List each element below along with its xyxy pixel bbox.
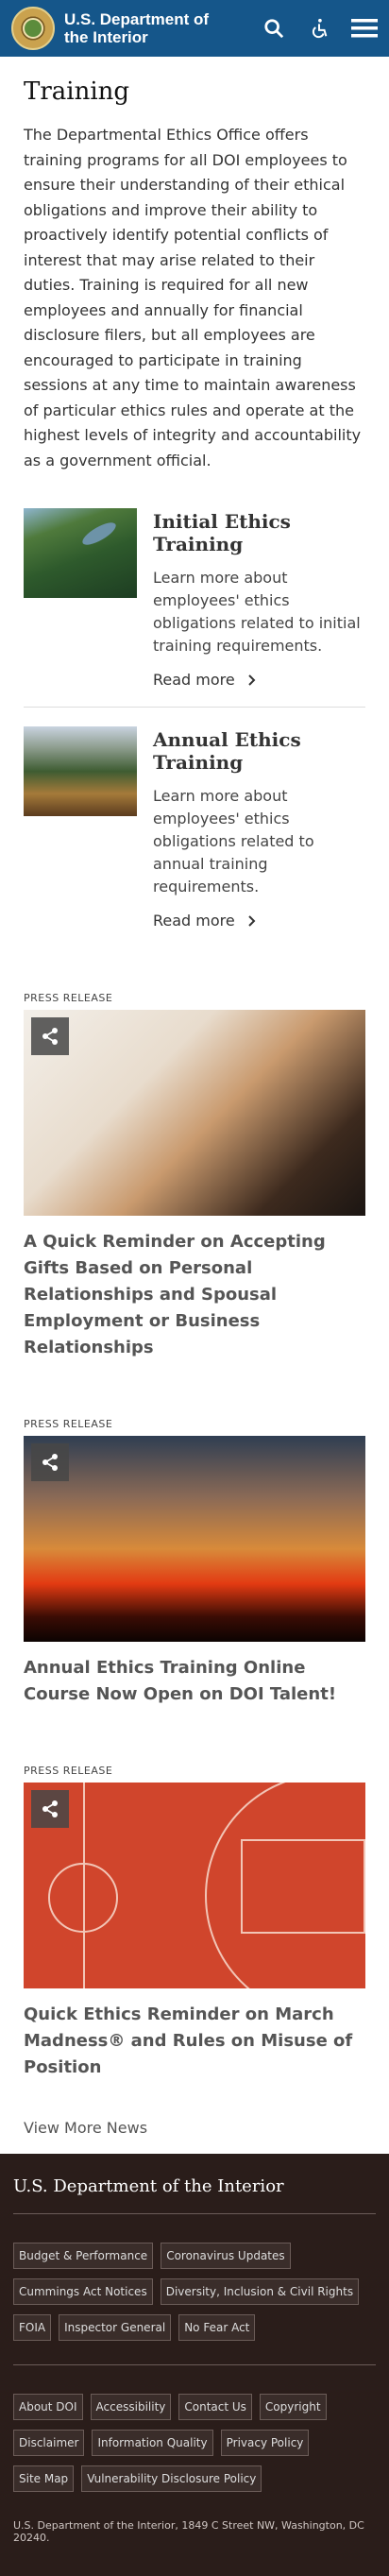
news-image[interactable] — [24, 1783, 365, 1988]
news-item: PRESS RELEASE A Quick Reminder on Accept… — [24, 992, 365, 1361]
news-image[interactable] — [24, 1436, 365, 1642]
footer-link-coronavirus[interactable]: Coronavirus Updates — [161, 2243, 291, 2269]
footer-link-accessibility[interactable]: Accessibility — [90, 2394, 172, 2420]
read-more-link[interactable]: Read more — [153, 912, 256, 930]
press-release-label: PRESS RELEASE — [24, 1418, 113, 1430]
footer-link-about[interactable]: About DOI — [13, 2394, 83, 2420]
intro-text: The Departmental Ethics Office offers tr… — [24, 126, 362, 469]
footer-address: U.S. Department of the Interior, 1849 C … — [13, 2519, 364, 2544]
main-content: Training The Departmental Ethics Office … — [0, 77, 389, 2146]
site-footer: U.S. Department of the Interior Budget &… — [0, 2154, 389, 2576]
footer-link-vulnerability[interactable]: Vulnerability Disclosure Policy — [81, 2465, 262, 2492]
footer-link-budget[interactable]: Budget & Performance — [13, 2243, 154, 2269]
footer-links-secondary: About DOI Accessibility Contact Us Copyr… — [13, 2364, 376, 2516]
footer-link-cummings[interactable]: Cummings Act Notices — [13, 2278, 153, 2305]
footer-title: U.S. Department of the Interior — [13, 2176, 376, 2214]
news-title[interactable]: Quick Ethics Reminder on March Madness® … — [24, 2002, 365, 2081]
search-icon[interactable] — [261, 15, 287, 42]
share-button[interactable] — [31, 1790, 69, 1828]
doi-seal-logo[interactable] — [11, 7, 55, 50]
read-more-label: Read more — [153, 912, 235, 930]
share-button[interactable] — [31, 1443, 69, 1481]
news-title[interactable]: A Quick Reminder on Accepting Gifts Base… — [24, 1229, 365, 1361]
footer-link-no-fear-act[interactable]: No Fear Act — [178, 2314, 256, 2341]
feature-image[interactable] — [24, 726, 137, 816]
footer-links-primary: Budget & Performance Coronavirus Updates… — [13, 2214, 376, 2364]
footer-link-foia[interactable]: FOIA — [13, 2314, 52, 2341]
feature-card[interactable]: Annual Ethics Training Learn more about … — [24, 707, 365, 930]
page-title: Training — [24, 77, 130, 106]
footer-link-contact[interactable]: Contact Us — [178, 2394, 252, 2420]
footer-link-site-map[interactable]: Site Map — [13, 2465, 75, 2492]
chevron-right-icon — [248, 914, 256, 927]
news-title[interactable]: Annual Ethics Training Online Course Now… — [24, 1655, 365, 1708]
feature-description: Learn more about employees' ethics oblig… — [153, 787, 314, 896]
view-more-news-link[interactable]: View More News — [24, 2119, 365, 2146]
accessibility-icon[interactable] — [306, 15, 332, 42]
feature-description: Learn more about employees' ethics oblig… — [153, 569, 361, 655]
share-icon — [42, 1454, 58, 1471]
footer-link-diversity[interactable]: Diversity, Inclusion & Civil Rights — [160, 2278, 360, 2305]
news-item: PRESS RELEASE Annual Ethics Training Onl… — [24, 1418, 365, 1708]
share-icon — [42, 1800, 58, 1817]
footer-link-inspector-general[interactable]: Inspector General — [59, 2314, 172, 2341]
feature-title[interactable]: Annual Ethics Training — [153, 728, 365, 774]
read-more-link[interactable]: Read more — [153, 671, 256, 689]
news-item: PRESS RELEASE Quick Ethics Reminder on M… — [24, 1765, 365, 2081]
site-title[interactable]: U.S. Department of the Interior — [64, 10, 234, 46]
menu-icon[interactable] — [351, 15, 378, 42]
header-icons — [261, 15, 378, 42]
footer-link-copyright[interactable]: Copyright — [259, 2394, 327, 2420]
share-icon — [42, 1028, 58, 1045]
feature-card[interactable]: Initial Ethics Training Learn more about… — [24, 473, 365, 689]
read-more-label: Read more — [153, 671, 235, 689]
feature-title[interactable]: Initial Ethics Training — [153, 510, 365, 555]
footer-link-information-quality[interactable]: Information Quality — [92, 2430, 213, 2456]
press-release-label: PRESS RELEASE — [24, 992, 113, 1004]
footer-link-privacy[interactable]: Privacy Policy — [220, 2430, 310, 2456]
share-button[interactable] — [31, 1017, 69, 1055]
feature-image[interactable] — [24, 508, 137, 598]
footer-link-disclaimer[interactable]: Disclaimer — [13, 2430, 85, 2456]
press-release-label: PRESS RELEASE — [24, 1765, 113, 1777]
news-image[interactable] — [24, 1010, 365, 1216]
chevron-right-icon — [248, 674, 256, 686]
site-header: U.S. Department of the Interior — [0, 0, 389, 57]
